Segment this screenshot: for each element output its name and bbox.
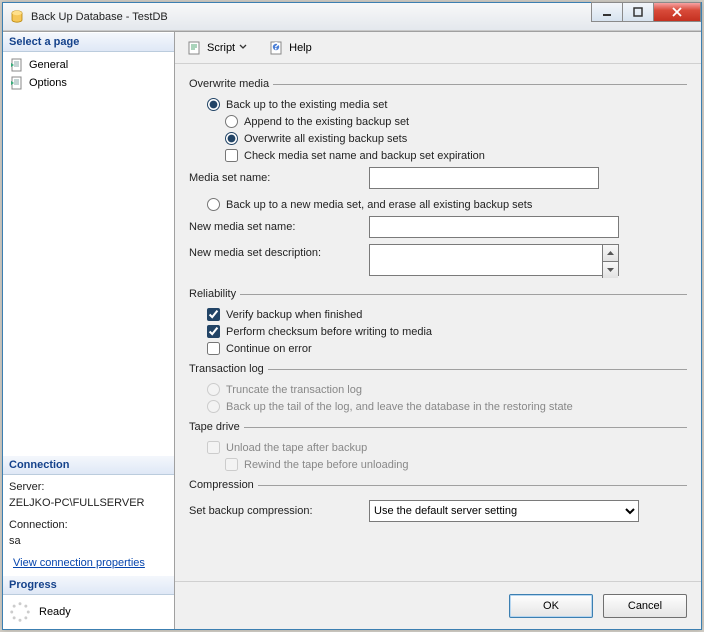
radio-append[interactable] (225, 115, 238, 128)
radio-truncate-log (207, 383, 220, 396)
maximize-button[interactable] (622, 2, 654, 22)
check-continue-on-error-label: Continue on error (226, 343, 312, 355)
script-button[interactable]: Script (183, 38, 251, 58)
radio-overwrite-all-label: Overwrite all existing backup sets (244, 133, 407, 145)
server-label: Server: (9, 479, 168, 495)
check-unload-tape-label: Unload the tape after backup (226, 442, 367, 454)
compression-legend: Compression (189, 479, 258, 491)
check-media-name[interactable] (225, 149, 238, 162)
options-content: Overwrite media Back up to the existing … (175, 64, 701, 581)
radio-new-media-set-label: Back up to a new media set, and erase al… (226, 199, 532, 211)
page-icon (9, 57, 25, 73)
view-connection-properties-link[interactable]: View connection properties (13, 557, 145, 569)
new-media-desc-label: New media set description: (189, 244, 359, 259)
overwrite-media-group: Overwrite media Back up to the existing … (189, 78, 687, 282)
connection-label: Connection: (9, 517, 168, 533)
page-item-options[interactable]: Options (9, 74, 168, 92)
check-checksum[interactable] (207, 325, 220, 338)
connection-value: sa (9, 533, 168, 549)
new-media-name-input[interactable] (369, 216, 619, 238)
media-set-name-input[interactable] (369, 167, 599, 189)
radio-append-label: Append to the existing backup set (244, 116, 409, 128)
sidebar: Select a page General Options Connection (3, 32, 175, 629)
script-icon (187, 40, 203, 56)
radio-existing-media-set-label: Back up to the existing media set (226, 99, 387, 111)
new-media-name-label: New media set name: (189, 221, 359, 233)
check-continue-on-error[interactable] (207, 342, 220, 355)
minimize-button[interactable] (591, 2, 623, 22)
check-media-name-label: Check media set name and backup set expi… (244, 150, 485, 162)
window-title: Back Up Database - TestDB (31, 11, 592, 23)
toolbar: Script ? Help (175, 32, 701, 64)
radio-truncate-log-label: Truncate the transaction log (226, 384, 362, 396)
compression-select[interactable]: Use the default server setting (369, 500, 639, 522)
select-page-header: Select a page (3, 32, 174, 52)
titlebar: Back Up Database - TestDB (3, 3, 701, 31)
svg-text:?: ? (273, 40, 280, 52)
new-media-desc-input[interactable] (369, 244, 619, 276)
chevron-down-icon[interactable] (602, 261, 618, 278)
compression-group: Compression Set backup compression: Use … (189, 479, 687, 525)
media-set-name-label: Media set name: (189, 172, 359, 184)
check-rewind-tape (225, 458, 238, 471)
dialog-window: Back Up Database - TestDB Select a page … (2, 2, 702, 630)
connection-header: Connection (3, 455, 174, 475)
compression-label: Set backup compression: (189, 505, 359, 517)
radio-new-media-set[interactable] (207, 198, 220, 211)
progress-header: Progress (3, 575, 174, 595)
dialog-body: Select a page General Options Connection (3, 31, 701, 629)
progress-status: Ready (39, 606, 71, 618)
database-icon (9, 9, 25, 25)
help-button[interactable]: ? Help (265, 38, 316, 58)
main-pane: Script ? Help Overwrite media Back up to… (175, 32, 701, 629)
page-icon (9, 75, 25, 91)
overwrite-media-legend: Overwrite media (189, 78, 273, 90)
help-icon: ? (269, 40, 285, 56)
help-label: Help (289, 42, 312, 54)
server-value: ZELJKO-PC\FULLSERVER (9, 495, 168, 511)
radio-backup-tail (207, 400, 220, 413)
page-item-label: General (29, 59, 68, 71)
page-item-general[interactable]: General (9, 56, 168, 74)
tape-drive-legend: Tape drive (189, 421, 244, 433)
check-rewind-tape-label: Rewind the tape before unloading (244, 459, 409, 471)
transaction-log-legend: Transaction log (189, 363, 268, 375)
chevron-up-icon[interactable] (602, 245, 618, 261)
check-unload-tape (207, 441, 220, 454)
page-item-label: Options (29, 77, 67, 89)
radio-backup-tail-label: Back up the tail of the log, and leave t… (226, 401, 573, 413)
tape-drive-group: Tape drive Unload the tape after backup … (189, 421, 687, 473)
transaction-log-group: Transaction log Truncate the transaction… (189, 363, 687, 415)
chevron-down-icon (239, 42, 247, 54)
dialog-footer: OK Cancel (175, 581, 701, 629)
check-checksum-label: Perform checksum before writing to media (226, 326, 432, 338)
window-buttons (592, 3, 701, 30)
radio-existing-media-set[interactable] (207, 98, 220, 111)
reliability-group: Reliability Verify backup when finished … (189, 288, 687, 357)
desc-spinner[interactable] (602, 245, 618, 278)
check-verify-backup[interactable] (207, 308, 220, 321)
cancel-button[interactable]: Cancel (603, 594, 687, 618)
script-label: Script (207, 42, 235, 54)
close-button[interactable] (653, 2, 701, 22)
progress-spinner-icon (9, 601, 31, 623)
ok-button[interactable]: OK (509, 594, 593, 618)
reliability-legend: Reliability (189, 288, 240, 300)
radio-overwrite-all[interactable] (225, 132, 238, 145)
check-verify-backup-label: Verify backup when finished (226, 309, 362, 321)
